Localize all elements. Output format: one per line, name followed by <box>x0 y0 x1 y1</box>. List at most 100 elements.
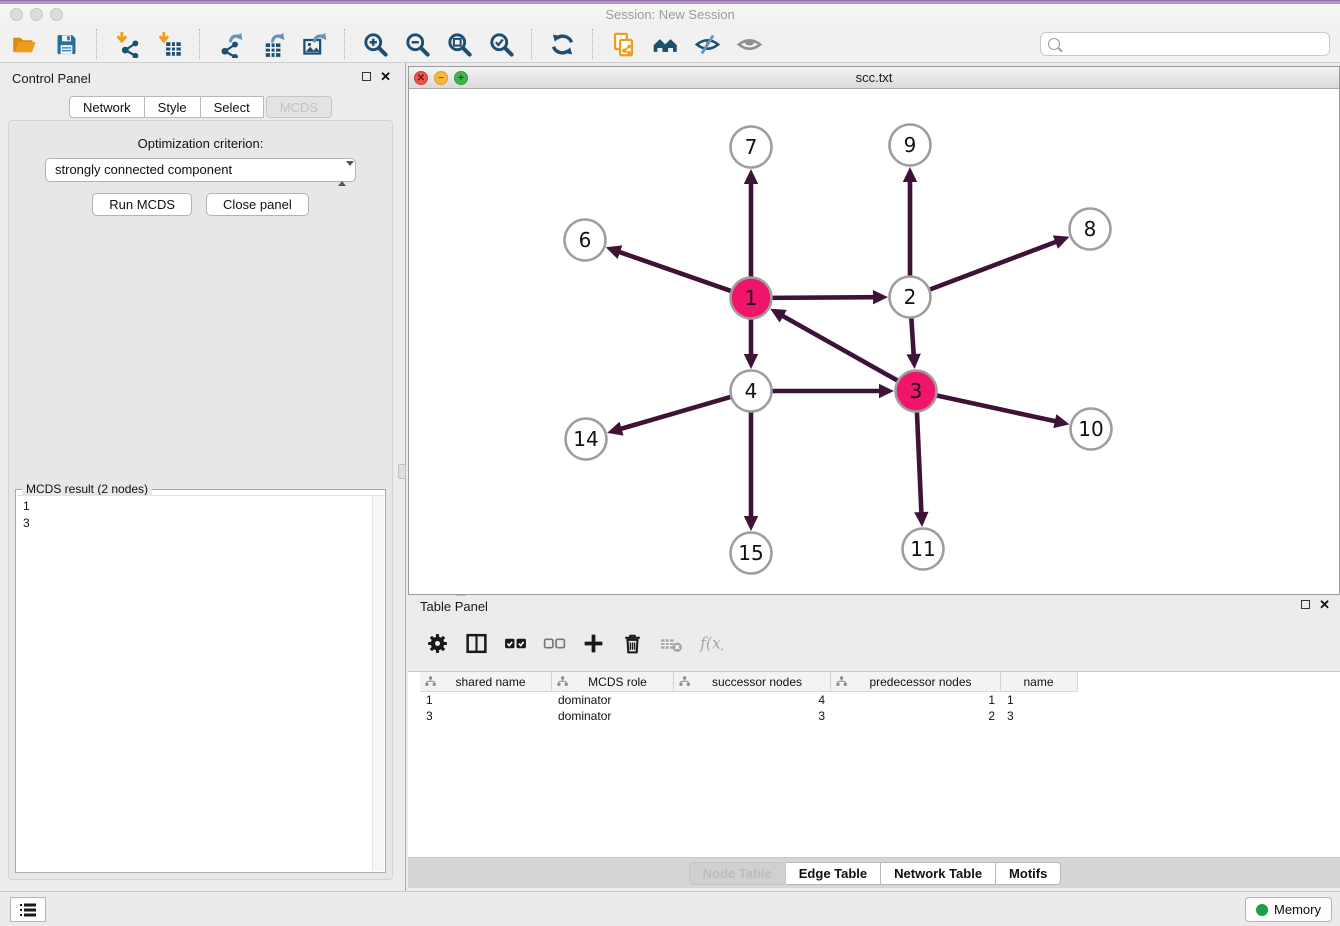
close-panel-icon[interactable]: ✕ <box>380 71 391 82</box>
column-header-shared-name[interactable]: shared name <box>420 672 552 691</box>
zoom-selected-button[interactable] <box>487 30 515 58</box>
edge-1-7[interactable] <box>744 169 758 279</box>
graph-node-6[interactable]: 6 <box>565 220 606 261</box>
table-cell[interactable]: 3 <box>1001 708 1078 724</box>
tab-edge-table[interactable]: Edge Table <box>786 862 881 885</box>
clone-network-button[interactable] <box>609 30 637 58</box>
network-canvas[interactable]: 7 9 6 8 1 2 4 3 14 10 15 11 <box>409 89 1339 594</box>
titlebar[interactable]: Session: New Session <box>0 4 1340 26</box>
svg-text:7: 7 <box>745 135 758 159</box>
zoom-out-button[interactable] <box>403 30 431 58</box>
mcds-result-list[interactable]: 1 3 <box>17 495 384 871</box>
criterion-select[interactable]: strongly connected component <box>45 158 356 182</box>
edge-4-3[interactable] <box>771 384 895 398</box>
table-cell[interactable]: 3 <box>674 708 831 724</box>
mcds-result-scrollbar[interactable] <box>372 496 384 871</box>
vertical-splitter-handle[interactable] <box>398 464 406 479</box>
graph-node-11[interactable]: 11 <box>903 529 944 570</box>
graph-node-2[interactable]: 2 <box>890 277 931 318</box>
graph-node-14[interactable]: 14 <box>566 419 607 460</box>
tab-node-table[interactable]: Node Table <box>689 862 786 885</box>
edge-1-4[interactable] <box>744 318 758 370</box>
edge-2-3[interactable] <box>906 316 920 369</box>
import-table-button[interactable] <box>155 30 183 58</box>
network-window-title: scc.txt <box>409 70 1339 85</box>
edge-3-11[interactable] <box>914 410 928 527</box>
edge-4-15[interactable] <box>744 411 758 532</box>
zoom-fit-button[interactable] <box>445 30 473 58</box>
apply-layout-button[interactable] <box>548 30 576 58</box>
network-graph[interactable]: 7 9 6 8 1 2 4 3 14 10 15 11 <box>409 89 1339 595</box>
copy-network-icon <box>610 31 637 58</box>
float-panel-icon[interactable] <box>362 72 371 81</box>
edge-1-6[interactable] <box>606 245 733 291</box>
column-header-name[interactable]: name <box>1001 672 1078 691</box>
edge-3-1[interactable] <box>770 309 899 382</box>
column-header-predecessor-nodes[interactable]: predecessor nodes <box>831 672 1001 691</box>
graph-node-15[interactable]: 15 <box>731 533 772 574</box>
search-input[interactable] <box>1065 37 1322 52</box>
tab-style[interactable]: Style <box>145 96 201 118</box>
first-neighbors-button[interactable] <box>651 30 679 58</box>
edge-2-8[interactable] <box>928 235 1069 290</box>
save-icon <box>53 31 80 58</box>
close-panel-button[interactable]: Close panel <box>206 193 309 216</box>
graph-node-9[interactable]: 9 <box>890 125 931 166</box>
memory-button[interactable]: Memory <box>1245 897 1332 922</box>
graph-node-1[interactable]: 1 <box>731 278 772 319</box>
tab-mcds[interactable]: MCDS <box>266 96 332 118</box>
table-cell[interactable]: 1 <box>1001 692 1078 708</box>
close-table-panel-icon[interactable]: ✕ <box>1319 599 1330 610</box>
graph-node-10[interactable]: 10 <box>1071 409 1112 450</box>
edge-1-2[interactable] <box>770 290 888 304</box>
delete-column-button[interactable] <box>619 630 645 656</box>
table-delete-icon <box>659 631 684 656</box>
delete-table-button <box>658 630 684 656</box>
hide-selected-button[interactable] <box>693 30 721 58</box>
graph-node-4[interactable]: 4 <box>731 371 772 412</box>
column-header-MCDS-role[interactable]: MCDS role <box>552 672 674 691</box>
edge-2-9[interactable] <box>903 167 917 278</box>
tab-network-table[interactable]: Network Table <box>881 862 996 885</box>
show-panels-button[interactable] <box>10 897 46 922</box>
table-cell[interactable]: dominator <box>552 708 674 724</box>
create-column-button[interactable] <box>580 630 606 656</box>
edge-3-10[interactable] <box>935 395 1069 428</box>
table-row[interactable]: 1dominator411 <box>420 692 1078 708</box>
tab-motifs[interactable]: Motifs <box>996 862 1061 885</box>
deselect-all-rows-button[interactable] <box>541 630 567 656</box>
vertical-splitter[interactable] <box>401 63 408 891</box>
save-session-button[interactable] <box>52 30 80 58</box>
tab-select[interactable]: Select <box>201 96 264 118</box>
show-all-button[interactable] <box>735 30 763 58</box>
zoom-in-button[interactable] <box>361 30 389 58</box>
float-table-panel-icon[interactable] <box>1301 600 1310 609</box>
select-all-rows-button[interactable] <box>502 630 528 656</box>
edge-4-14[interactable] <box>607 396 732 435</box>
tree-icon <box>679 676 690 687</box>
table-row[interactable]: 3dominator323 <box>420 708 1078 724</box>
table-settings-button[interactable] <box>424 630 450 656</box>
run-mcds-button[interactable]: Run MCDS <box>92 193 192 216</box>
import-network-button[interactable] <box>113 30 141 58</box>
column-header-successor-nodes[interactable]: successor nodes <box>674 672 831 691</box>
network-window-titlebar[interactable]: ✕ − + scc.txt <box>409 67 1339 89</box>
tab-network[interactable]: Network <box>69 96 145 118</box>
graph-node-7[interactable]: 7 <box>731 127 772 168</box>
column-label: successor nodes <box>690 675 830 689</box>
graph-node-8[interactable]: 8 <box>1070 209 1111 250</box>
export-table-button[interactable] <box>258 30 286 58</box>
table-cell[interactable]: dominator <box>552 692 674 708</box>
table-cell[interactable]: 1 <box>831 692 1001 708</box>
export-image-button[interactable] <box>300 30 328 58</box>
table-cell[interactable]: 3 <box>420 708 552 724</box>
search-field[interactable] <box>1040 32 1330 56</box>
graph-node-3[interactable]: 3 <box>896 371 937 412</box>
split-panel-button[interactable] <box>463 630 489 656</box>
table-cell[interactable]: 4 <box>674 692 831 708</box>
table-cell[interactable]: 1 <box>420 692 552 708</box>
export-network-button[interactable] <box>216 30 244 58</box>
table-cell[interactable]: 2 <box>831 708 1001 724</box>
open-session-button[interactable] <box>10 30 38 58</box>
toolbar-separator <box>199 29 200 59</box>
